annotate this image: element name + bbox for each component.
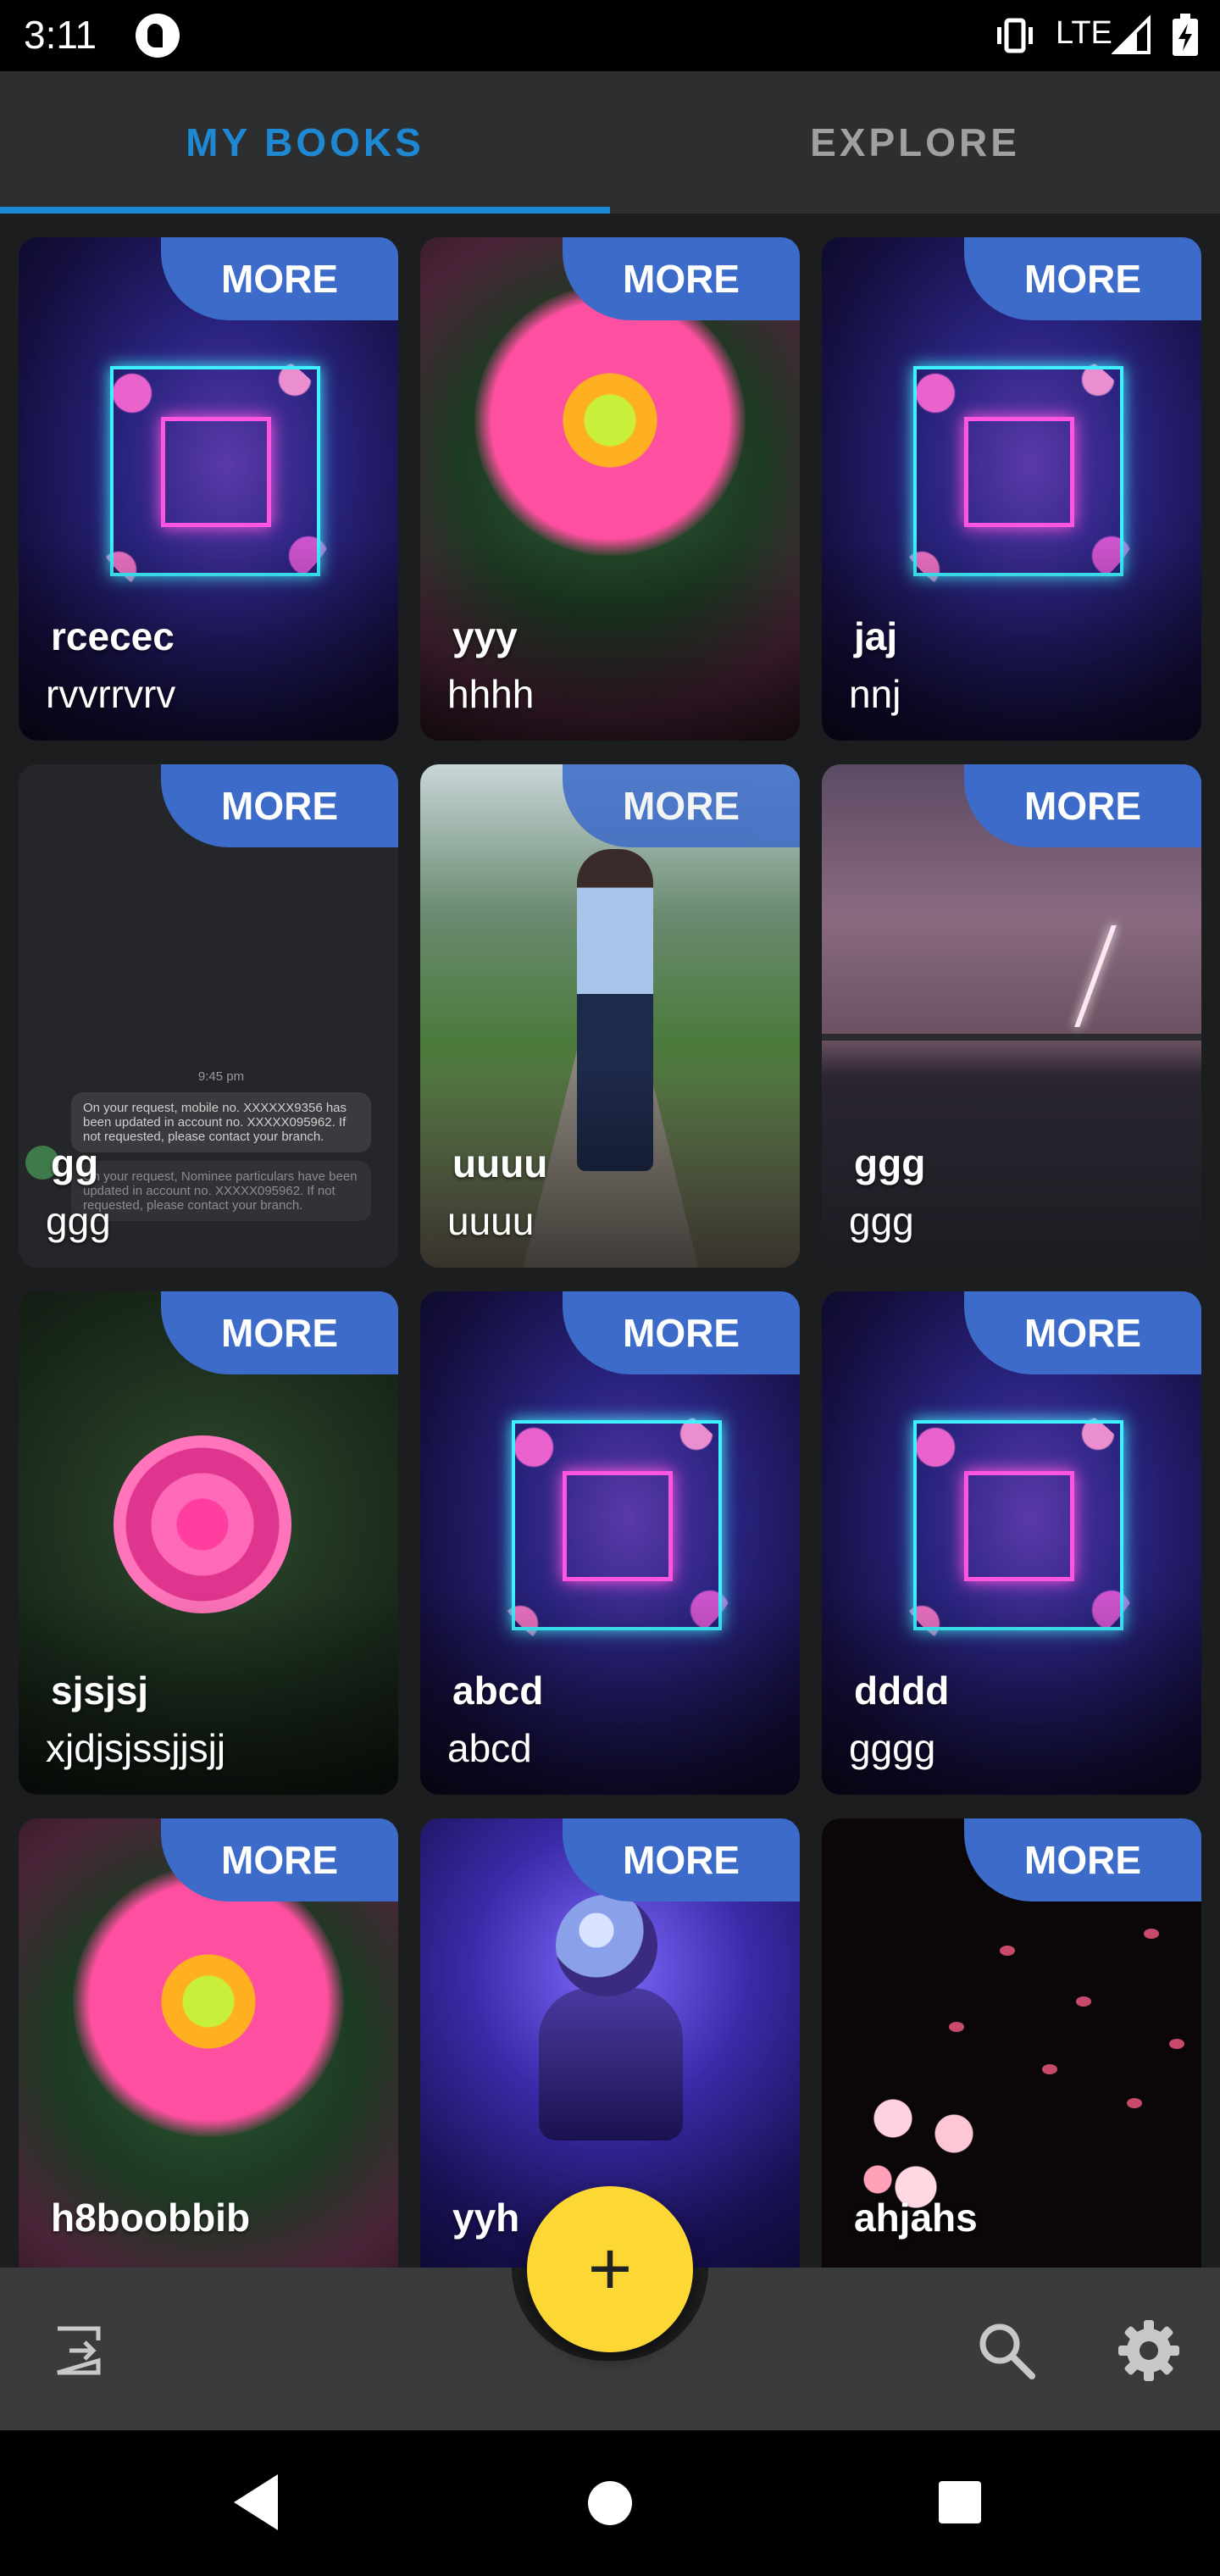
recents-icon[interactable]	[939, 2481, 981, 2523]
book-card[interactable]: MORE rcecec rvvrrvrv	[19, 237, 398, 741]
more-button[interactable]: MORE	[563, 1291, 800, 1374]
book-title: ggg	[854, 1141, 926, 1185]
search-icon[interactable]	[973, 2317, 1040, 2384]
sms-time: 9:45 pm	[197, 1069, 245, 1084]
petal	[949, 2022, 964, 2032]
book-cover-image	[539, 1988, 683, 2140]
book-subtitle: uuuu	[447, 1199, 535, 1243]
book-title: abcd	[452, 1668, 544, 1713]
book-card[interactable]: MORE uuuu uuuu	[420, 764, 800, 1268]
petal	[1042, 2064, 1057, 2074]
tab-my-books[interactable]: MY BOOKS	[0, 71, 610, 214]
more-button[interactable]: MORE	[161, 237, 398, 320]
neon-frame-inner	[964, 417, 1074, 527]
more-button[interactable]: MORE	[161, 1818, 398, 1901]
book-subtitle: abcd	[447, 1726, 532, 1770]
tab-bar: MY BOOKS EXPLORE	[0, 71, 1220, 214]
more-button[interactable]: MORE	[964, 1818, 1201, 1901]
book-title: yyh	[452, 2196, 520, 2240]
back-icon[interactable]	[230, 2471, 281, 2534]
book-subtitle: ggg	[849, 1199, 914, 1243]
tab-explore[interactable]: EXPLORE	[610, 71, 1220, 214]
neon-frame-inner	[563, 1471, 673, 1581]
book-title: jaj	[854, 614, 898, 658]
sms-bubble: On your request, Nominee particulars hav…	[71, 1161, 371, 1221]
book-title: sjsjsj	[51, 1668, 149, 1713]
book-title: rcecec	[51, 614, 175, 658]
book-card[interactable]: MORE dddd gggg	[822, 1291, 1201, 1795]
more-button[interactable]: MORE	[161, 1291, 398, 1374]
sms-bubble: On your request, mobile no. XXXXXX9356 h…	[71, 1092, 371, 1152]
book-cover-image	[114, 1435, 291, 1613]
more-button[interactable]: MORE	[161, 764, 398, 847]
more-button[interactable]: MORE	[964, 764, 1201, 847]
more-button[interactable]: MORE	[563, 237, 800, 320]
petal	[1000, 1946, 1015, 1956]
book-card[interactable]: MORE ggg ggg	[822, 764, 1201, 1268]
book-subtitle: gggg	[849, 1726, 936, 1770]
petal	[1169, 2039, 1184, 2049]
status-bar: 3:11 LTE	[0, 0, 1220, 71]
book-card[interactable]: MORE abcd abcd	[420, 1291, 800, 1795]
more-button[interactable]: MORE	[563, 764, 800, 847]
neon-frame-inner	[161, 417, 271, 527]
book-title: yyy	[452, 614, 518, 658]
book-subtitle: xjdjsjssjjsjj	[46, 1726, 226, 1770]
book-grid: MORE rcecec rvvrrvrv MORE yyy hhhh MORE …	[0, 214, 1220, 2268]
book-card[interactable]: 9:45 pm On your request, mobile no. XXXX…	[19, 764, 398, 1268]
book-title: ahjahs	[854, 2196, 978, 2240]
book-subtitle: ggg	[46, 1199, 111, 1243]
more-button[interactable]: MORE	[964, 1291, 1201, 1374]
book-title: dddd	[854, 1668, 950, 1713]
tab-indicator	[0, 207, 610, 214]
book-card[interactable]: MORE ahjahs	[822, 1818, 1201, 2268]
book-cover-image	[73, 1866, 344, 2137]
app-notification-icon	[136, 14, 180, 58]
system-nav-bar	[0, 2430, 1220, 2576]
book-subtitle: nnj	[849, 672, 901, 716]
astronaut-helmet	[556, 1895, 657, 1996]
sms-preview: 9:45 pm On your request, mobile no. XXXX…	[71, 1069, 371, 1221]
book-title: uuuu	[452, 1141, 548, 1185]
vibrate-icon	[997, 18, 1033, 53]
book-subtitle: rvvrrvrv	[46, 672, 176, 716]
book-card[interactable]: MORE h8boobbib	[19, 1818, 398, 2268]
book-title: gg	[51, 1141, 99, 1185]
book-card[interactable]: MORE jaj nnj	[822, 237, 1201, 741]
exit-icon[interactable]	[51, 2320, 112, 2381]
book-card[interactable]: MORE yyy hhhh	[420, 237, 800, 741]
pier-silhouette	[822, 1034, 1201, 1041]
petal	[1076, 1996, 1091, 2007]
petal	[1127, 2098, 1142, 2108]
more-button[interactable]: MORE	[964, 237, 1201, 320]
network-type: LTE	[1056, 15, 1112, 51]
home-icon[interactable]	[588, 2481, 632, 2525]
battery-icon	[1173, 14, 1198, 56]
book-subtitle: hhhh	[447, 672, 535, 716]
book-card[interactable]: MORE sjsjsj xjdjsjssjjsjj	[19, 1291, 398, 1795]
book-title: h8boobbib	[51, 2196, 251, 2240]
book-cover-image	[1074, 925, 1117, 1027]
more-button[interactable]: MORE	[563, 1818, 800, 1901]
settings-icon[interactable]	[1115, 2317, 1183, 2384]
status-time: 3:11	[24, 13, 97, 57]
book-cover-image	[474, 285, 746, 556]
add-book-button[interactable]: +	[527, 2186, 693, 2352]
signal-icon	[1112, 15, 1151, 54]
petal	[1144, 1929, 1159, 1939]
neon-frame-inner	[964, 1471, 1074, 1581]
